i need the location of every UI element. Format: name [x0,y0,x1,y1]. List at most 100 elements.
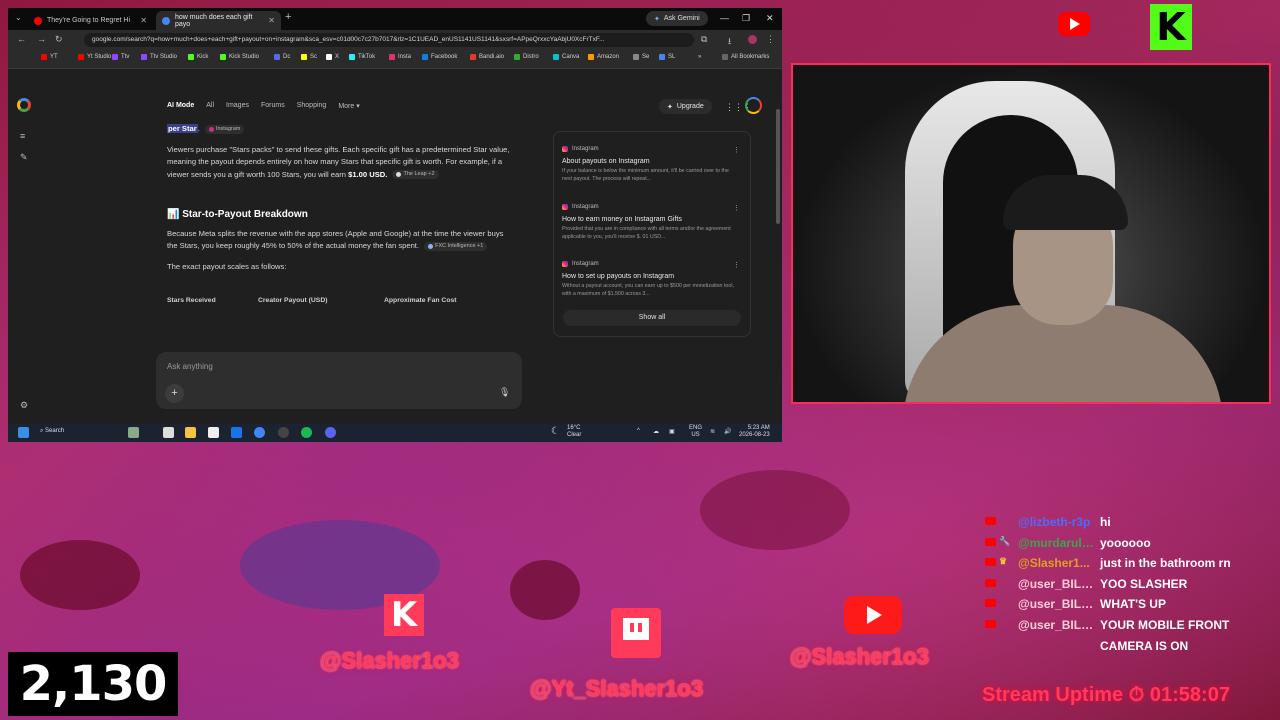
ask-gemini-button[interactable]: ✦ Ask Gemini [646,11,708,26]
gemini-icon: ✦ [654,15,660,23]
task-view-icon[interactable] [163,427,174,438]
profile-avatar[interactable] [748,35,757,44]
chat-text: WHAT'S UP [1100,597,1166,612]
obs-icon[interactable] [278,427,289,438]
bookmark[interactable]: Facebook [422,54,457,60]
chevron-right-icon[interactable]: » [698,54,701,60]
ask-anything-box[interactable]: Ask anything + 🎙 [156,352,522,409]
source-card[interactable]: Instagram ⋮ How to set up payouts on Ins… [562,261,740,298]
new-tab-button[interactable]: + [285,11,291,23]
scrollbar[interactable] [776,109,780,224]
webcam-feed [791,63,1271,404]
google-logo[interactable] [17,98,31,112]
more-options-icon[interactable]: ⋮ [733,204,740,212]
close-window-icon[interactable]: ✕ [766,13,774,24]
bookmark[interactable]: Se [633,54,649,60]
close-tab-icon[interactable]: ✕ [268,16,275,25]
chat-message: @user_BILLU... YOUR MOBILE FRONT [985,616,1275,637]
cloud-icon[interactable]: ☁ [653,428,659,435]
bookmark[interactable]: Insta [389,54,411,60]
bookmark[interactable]: TikTok [349,54,375,60]
tab-forums[interactable]: Forums [261,102,285,110]
url-input[interactable]: google.com/search?q=how+much+does+each+g… [84,33,694,47]
source-site: Instagram [562,261,740,267]
bookmark[interactable]: Kick Studio [220,54,259,60]
bookmark[interactable]: SL [659,54,675,60]
bookmark[interactable]: YT [41,54,58,60]
tab-all[interactable]: All [206,102,214,110]
source-chip[interactable]: FXC Intelligence +1 [424,241,488,251]
chat-username: @user_BILLU... [1018,576,1098,591]
menu-icon[interactable]: ⋮ [766,34,775,45]
wifi-icon[interactable]: ≋ [710,428,715,435]
reload-icon[interactable]: ↻ [55,34,63,45]
weather[interactable]: 16°C Clear [567,425,581,439]
tab-shopping[interactable]: Shopping [297,102,327,110]
chrome-icon[interactable] [254,427,265,438]
maximize-icon[interactable]: ❐ [742,13,750,24]
show-all-button[interactable]: Show all [563,310,741,326]
discord-icon[interactable] [325,427,336,438]
stream-uptime: Stream Uptime ⏱ 01:58:07 [982,684,1230,707]
more-options-icon[interactable]: ⋮ [733,146,740,154]
tab-regret[interactable]: They're Going to Regret Hi ✕ [28,11,153,30]
store-icon[interactable] [208,427,219,438]
tab-ai-mode[interactable]: AI Mode [167,102,194,110]
source-card[interactable]: Instagram ⋮ About payouts on Instagram I… [562,146,740,183]
ask-input[interactable]: Ask anything [167,362,213,371]
widget-icon[interactable] [128,427,139,438]
tab-images[interactable]: Images [226,102,249,110]
source-card[interactable]: Instagram ⋮ How to earn money on Instagr… [562,204,740,241]
source-chip[interactable]: Instagram [204,124,245,134]
file-explorer-icon[interactable] [185,427,196,438]
tab-more[interactable]: More ▾ [338,102,359,110]
upgrade-button[interactable]: ✦ Upgrade [659,99,712,114]
bookmark[interactable]: X [326,54,339,60]
settings-icon[interactable]: ⚙ [20,400,28,411]
bookmark[interactable]: Canva [553,54,579,60]
youtube-icon [985,599,996,608]
account-avatar[interactable] [745,97,762,114]
close-tab-icon[interactable]: ✕ [140,16,147,25]
minimize-icon[interactable]: — [720,13,729,23]
tab-search-icon[interactable]: ⌄ [15,13,22,22]
volume-icon[interactable]: 🔊 [724,428,731,435]
bookmark[interactable]: Ttv [112,54,129,60]
ai-answer: per Star. Instagram Viewers purchase "St… [167,123,512,308]
forward-icon[interactable]: → [37,34,46,44]
sources-panel: Instagram ⋮ About payouts on Instagram I… [553,131,751,337]
bookmark[interactable]: Dc [274,54,290,60]
bookmark[interactable]: Distro [514,54,539,60]
app-icon[interactable] [231,427,242,438]
extension-icon[interactable]: ⧉ [701,34,707,45]
add-icon[interactable]: + [165,384,184,403]
windows-taskbar: ⌕ Search ☾ 16°C Clear ^ ☁ ▣ ENG US ≋ 🔊 5:2… [8,424,782,442]
kick-handle: @Slasher1o3 [320,648,459,673]
source-chip[interactable]: The Leap +2 [392,170,439,179]
bookmark[interactable]: Amazon [588,54,619,60]
all-bookmarks[interactable]: All Bookmarks [722,54,769,60]
hamburger-menu-icon[interactable]: ≡ [20,131,25,141]
spotify-icon[interactable] [301,427,312,438]
windows-start-icon[interactable] [18,427,29,438]
back-icon[interactable]: ← [17,34,26,44]
clock[interactable]: 5:23 AM 2026-08-23 [739,425,770,439]
more-options-icon[interactable]: ⋮ [733,261,740,269]
bookmark[interactable]: Bandi.aio [470,54,504,60]
bookmark[interactable]: Sc [301,54,317,60]
bookmark[interactable]: Kick [188,54,208,60]
tab-bar: ⌄ They're Going to Regret Hi ✕ how much … [8,8,782,30]
new-chat-icon[interactable]: ✎ [20,152,28,163]
bookmark[interactable]: Ttv Studio [141,54,177,60]
downloads-icon[interactable]: ⭳ [728,34,731,50]
bookmark[interactable]: Yt Studio [78,54,111,60]
blood-splat [700,470,850,550]
tab-google-search[interactable]: how much does each gift payo ✕ [156,11,281,30]
language-indicator[interactable]: ENG US [689,425,702,439]
tray-chevron-icon[interactable]: ^ [637,428,640,434]
youtube-logo-icon [1058,12,1090,36]
chat-username: @lizbeth-r3p [1018,515,1091,529]
microphone-icon[interactable]: 🎙 [499,387,510,398]
tray-icon[interactable]: ▣ [669,428,675,435]
taskbar-search[interactable]: ⌕ Search [40,428,64,435]
